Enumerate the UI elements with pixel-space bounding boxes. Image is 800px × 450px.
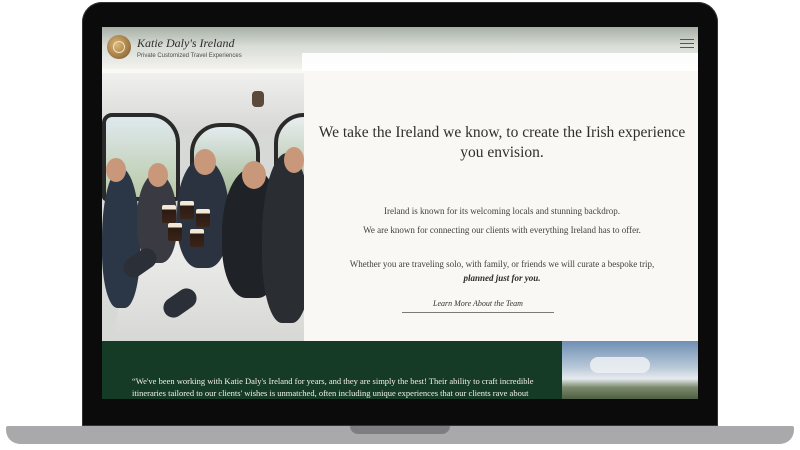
pint-icon (162, 205, 176, 223)
lamp-icon (252, 91, 264, 107)
brand-tagline: Private Customized Travel Experiences (137, 53, 242, 59)
brand-name[interactable]: Katie Daly's Ireland (137, 36, 234, 51)
pint-icon (180, 201, 194, 219)
intro-paragraph: Whether you are traveling solo, with fam… (342, 257, 662, 285)
testimonial-quote: “We've been working with Katie Daly's Ir… (132, 376, 534, 398)
intro-paragraph-emphasis: planned just for you. (463, 273, 541, 283)
intro-heading: We take the Ireland we know, to create t… (318, 124, 686, 161)
hero-photo (102, 73, 304, 341)
hamburger-menu-icon[interactable] (680, 39, 694, 49)
brand-logo-icon[interactable] (107, 35, 131, 59)
site-header: Katie Daly's Ireland Private Customized … (102, 27, 698, 71)
pint-icon (190, 229, 204, 247)
intro-paragraph: Ireland is known for its welcoming local… (384, 206, 620, 216)
intro-paragraph: We are known for connecting our clients … (363, 225, 641, 235)
pint-icon (196, 209, 210, 227)
testimonial-section: “We've been working with Katie Daly's Ir… (102, 341, 562, 399)
learn-more-link[interactable]: Learn More About the Team (402, 299, 554, 313)
intro-paragraph-text: Whether you are traveling solo, with fam… (349, 259, 655, 269)
pint-icon (168, 223, 182, 241)
intro-section: We take the Ireland we know, to create t… (307, 77, 698, 341)
laptop-screen: Katie Daly's Ireland Private Customized … (102, 27, 698, 399)
header-glow (302, 53, 698, 71)
laptop-notch (350, 426, 450, 434)
